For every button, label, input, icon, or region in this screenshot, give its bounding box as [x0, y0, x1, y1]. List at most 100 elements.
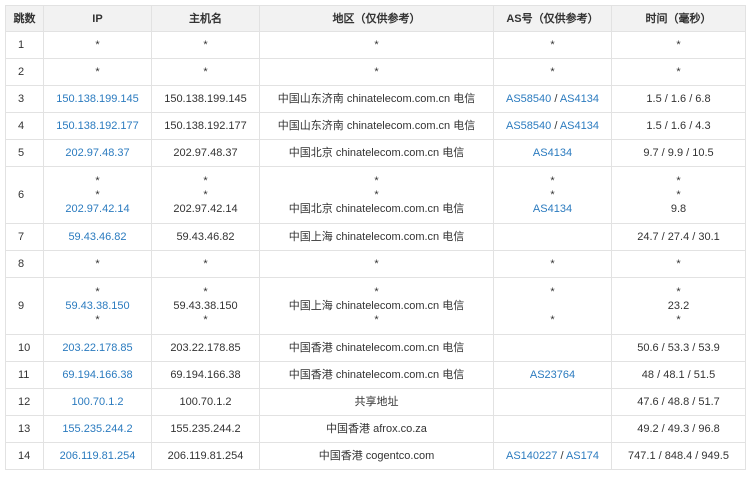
latency-text: 1.5 / 1.6 / 6.8 [646, 93, 711, 105]
region-text: * [374, 314, 379, 326]
as-number-link[interactable]: AS4134 [533, 203, 572, 215]
table-row: 14 206.119.81.254 206.119.81.254 中国香港 cogen… [5, 442, 746, 470]
ip-address-link[interactable]: 203.22.178.85 [62, 342, 132, 354]
hostname-cell: 100.70.1.2 [151, 388, 260, 416]
region-text: 共享地址 [354, 396, 399, 408]
latency-text: 47.6 / 48.8 / 51.7 [637, 396, 720, 408]
hop-number: 13 [5, 415, 44, 443]
as-number-cell: * [493, 58, 612, 86]
hostname-cell: 206.119.81.254 [151, 442, 260, 470]
as-number-link[interactable]: AS58540 [506, 120, 551, 132]
as-number-link[interactable]: AS23764 [530, 369, 575, 381]
as-number-text: * [550, 258, 555, 270]
ip-address-cell: 155.235.244.2 [43, 415, 152, 443]
table-row: 9 * 59.43.38.150 * * 59.43.38.150 * * 中国上海 china… [5, 277, 746, 335]
as-separator: / [551, 120, 560, 132]
as-number-link[interactable]: AS58540 [506, 93, 551, 105]
hostname-cell: * * 202.97.42.14 [151, 166, 260, 224]
ip-address-link[interactable]: 202.97.42.14 [65, 203, 129, 215]
latency-cell: 1.5 / 1.6 / 4.3 [611, 112, 746, 140]
region-text: * [374, 189, 379, 201]
ip-address-link[interactable]: 150.138.192.177 [56, 120, 139, 132]
latency-text: * [676, 286, 681, 298]
as-number-cell: * * AS4134 [493, 166, 612, 224]
as-number-link[interactable]: AS140227 [506, 450, 557, 462]
latency-text: * [676, 175, 681, 187]
region-text: 中国香港 cogentco.com [318, 450, 435, 462]
region-text: 中国山东济南 chinatelecom.com.cn 电信 [277, 93, 476, 105]
hostname-text: * [203, 175, 208, 187]
hostname-text: * [203, 258, 208, 270]
hop-number: 6 [5, 166, 44, 224]
table-row: 11 69.194.166.38 69.194.166.38 中国香港 chinate… [5, 361, 746, 389]
hop-number: 9 [5, 277, 44, 335]
region-cell: 中国香港 chinatelecom.com.cn 电信 [259, 334, 494, 362]
table-row: 2 * * * * * [5, 58, 746, 86]
table-row: 3 150.138.199.145 150.138.199.145 中国山东济南 ch… [5, 85, 746, 113]
ip-address-link[interactable]: 150.138.199.145 [56, 93, 139, 105]
region-cell: 中国上海 chinatelecom.com.cn 电信 [259, 223, 494, 251]
hostname-cell: * [151, 58, 260, 86]
latency-cell: 48 / 48.1 / 51.5 [611, 361, 746, 389]
ip-address-cell: * [43, 58, 152, 86]
ip-address-link[interactable]: 59.43.46.82 [68, 231, 126, 243]
as-number-link[interactable]: AS4134 [533, 147, 572, 159]
region-cell: * 中国上海 chinatelecom.com.cn 电信 * [259, 277, 494, 335]
ip-address-text: * [95, 258, 100, 270]
as-number-cell [493, 334, 612, 362]
ip-address-text: * [95, 39, 100, 51]
table-row: 5 202.97.48.37 202.97.48.37 中国北京 chinatelec… [5, 139, 746, 167]
hostname-text: * [203, 66, 208, 78]
table-row: 1 * * * * * [5, 31, 746, 59]
as-number-link[interactable]: AS4134 [560, 120, 599, 132]
header-hostname: 主机名 [151, 5, 260, 32]
table-row: 4 150.138.192.177 150.138.192.177 中国山东济南 ch… [5, 112, 746, 140]
traceroute-table: 跳数 IP 主机名 地区（仅供参考） AS号（仅供参考） 时间（毫秒） 1 * * *… [5, 5, 746, 470]
hostname-text: 69.194.166.38 [170, 369, 241, 381]
hostname-cell: 203.22.178.85 [151, 334, 260, 362]
hop-number: 3 [5, 85, 44, 113]
ip-address-link[interactable]: 100.70.1.2 [72, 396, 124, 408]
as-number-text: * [550, 66, 555, 78]
latency-text: * [676, 189, 681, 201]
as-number-cell [493, 223, 612, 251]
ip-address-cell: 203.22.178.85 [43, 334, 152, 362]
hop-number: 14 [5, 442, 44, 470]
latency-cell: 49.2 / 49.3 / 96.8 [611, 415, 746, 443]
latency-cell: * 23.2 * [611, 277, 746, 335]
as-number-cell: AS58540 / AS4134 [493, 112, 612, 140]
header-as: AS号（仅供参考） [493, 5, 612, 32]
ip-address-link[interactable]: 155.235.244.2 [62, 423, 132, 435]
latency-text: * [676, 66, 681, 78]
hostname-text: 150.138.192.177 [164, 120, 247, 132]
ip-address-cell: 206.119.81.254 [43, 442, 152, 470]
as-number-link[interactable]: AS4134 [560, 93, 599, 105]
region-cell: 共享地址 [259, 388, 494, 416]
ip-address-link[interactable]: 59.43.38.150 [65, 300, 129, 312]
as-number-text: * [550, 286, 555, 298]
latency-text: 9.7 / 9.9 / 10.5 [643, 147, 714, 159]
hostname-text: 155.235.244.2 [170, 423, 241, 435]
region-cell: 中国香港 afrox.co.za [259, 415, 494, 443]
ip-address-text: * [95, 66, 100, 78]
ip-address-link[interactable]: 202.97.48.37 [65, 147, 129, 159]
hostname-cell: * 59.43.38.150 * [151, 277, 260, 335]
as-number-cell [493, 388, 612, 416]
ip-address-link[interactable]: 69.194.166.38 [62, 369, 132, 381]
hostname-text: 202.97.48.37 [173, 147, 238, 159]
hostname-text: * [203, 39, 208, 51]
as-number-link[interactable]: AS174 [566, 450, 599, 462]
as-number-cell: AS23764 [493, 361, 612, 389]
hostname-cell: 59.43.46.82 [151, 223, 260, 251]
latency-text: 50.6 / 53.3 / 53.9 [637, 342, 720, 354]
ip-address-link[interactable]: 206.119.81.254 [60, 450, 136, 462]
region-text: 中国北京 chinatelecom.com.cn 电信 [288, 203, 465, 215]
hop-number: 1 [5, 31, 44, 59]
table-row: 13 155.235.244.2 155.235.244.2 中国香港 afrox.c… [5, 415, 746, 443]
region-text: 中国山东济南 chinatelecom.com.cn 电信 [277, 120, 476, 132]
region-text: 中国香港 chinatelecom.com.cn 电信 [288, 369, 465, 381]
hostname-text: 59.43.38.150 [173, 300, 238, 312]
hop-number: 11 [5, 361, 44, 389]
ip-address-cell: 202.97.48.37 [43, 139, 152, 167]
hostname-cell: 150.138.199.145 [151, 85, 260, 113]
